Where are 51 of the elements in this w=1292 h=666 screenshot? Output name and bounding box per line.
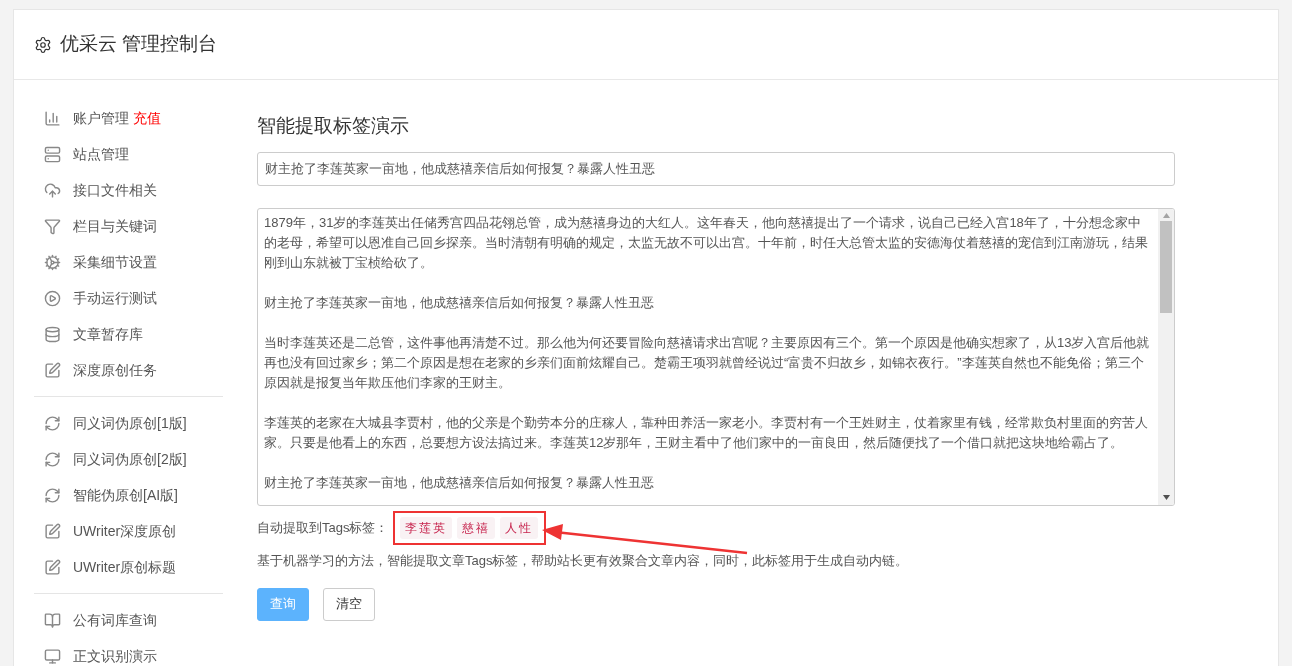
play-icon xyxy=(44,289,61,307)
tags-label: 自动提取到Tags标签： xyxy=(257,519,389,538)
book-icon xyxy=(44,611,61,629)
content-field[interactable] xyxy=(257,208,1175,506)
database-icon xyxy=(44,325,61,343)
scrollbar[interactable] xyxy=(1158,209,1174,505)
sidebar-item[interactable]: 同义词伪原创[1版] xyxy=(73,412,187,434)
sidebar-item[interactable]: 接口文件相关 xyxy=(73,179,157,201)
gears-icon xyxy=(44,253,61,271)
sidebar-item[interactable]: 文章暂存库 xyxy=(73,323,143,345)
tag: 李莲英 xyxy=(400,517,453,539)
page-heading: 智能提取标签演示 xyxy=(257,114,410,138)
content-paragraph: 1879年，31岁的李莲英出任储秀宫四品花翎总管，成为慈禧身边的大红人。这年春天，他向慈禧提出了一个请求，说自己已经入宫18年了，十分想念家中的老母，希望可以恩准自己回乡探亲。当时清朝有明确的规定，太监无故不可以出宫。十年前，时任大总管太监的安德海仗着慈禧的宠信到江南游玩，结果刚到山东就被丁宝桢给砍了。 xyxy=(264,214,1149,272)
sidebar-item[interactable]: 手动运行测试 xyxy=(73,287,157,309)
sidebar-item[interactable]: UWriter深度原创 xyxy=(73,520,177,542)
header-title: 优采云 管理控制台 xyxy=(60,32,218,57)
chart-icon xyxy=(44,109,61,127)
edit-icon xyxy=(44,361,61,379)
refresh-icon xyxy=(44,450,61,468)
tag: 人性 xyxy=(500,517,539,539)
scroll-down-icon[interactable] xyxy=(1162,495,1170,500)
tag: 慈禧 xyxy=(457,517,496,539)
sidebar-item[interactable]: UWriter原创标题 xyxy=(73,556,177,578)
edit-icon xyxy=(44,522,61,540)
clear-button[interactable]: 清空 xyxy=(323,587,375,621)
sidebar-item[interactable]: 同义词伪原创[2版] xyxy=(73,448,187,470)
recharge-link[interactable]: 充值 xyxy=(133,107,161,129)
sidebar-item[interactable]: 智能伪原创[AI版] xyxy=(73,484,178,506)
refresh-icon xyxy=(44,486,61,504)
content-paragraph: 财主抢了李莲英家一亩地，他成慈禧亲信后如何报复？暴露人性丑恶 xyxy=(264,474,655,492)
sidebar-item[interactable]: 采集细节设置 xyxy=(73,251,157,273)
edit-icon xyxy=(44,558,61,576)
title-field[interactable]: 财主抢了李莲英家一亩地，他成慈禧亲信后如何报复？暴露人性丑恶 xyxy=(257,152,1175,186)
monitor-icon xyxy=(44,647,61,665)
description-text: 基于机器学习的方法，智能提取文章Tags标签，帮助站长更有效聚合文章内容，同时，此标签用于生成自动内链。 xyxy=(257,552,910,570)
refresh-icon xyxy=(44,414,61,432)
filter-icon xyxy=(44,217,61,235)
sidebar-item[interactable]: 正文识别演示 xyxy=(73,645,157,666)
settings-icon xyxy=(34,35,52,54)
content-paragraph: 财主抢了李莲英家一亩地，他成慈禧亲信后如何报复？暴露人性丑恶 xyxy=(264,294,655,312)
scroll-up-icon[interactable] xyxy=(1162,213,1170,218)
cloud-upload-icon xyxy=(44,181,61,199)
sidebar-item[interactable]: 深度原创任务 xyxy=(73,359,157,381)
scroll-thumb[interactable] xyxy=(1160,221,1172,313)
content-paragraph: 李莲英的老家在大城县李贾村，他的父亲是个勤劳本分的庄稼人，靠种田养活一家老小。李贾村有一个王姓财主，仗着家里有钱，经常欺负村里面的穷苦人家。只要是他看上的东西，总要想方设法搞过来。李莲英12岁那年，王财主看中了他们家中的一亩良田，然后随便找了一个借口就把这块地给霸占了。 xyxy=(264,414,1149,452)
sidebar-item[interactable]: 站点管理 xyxy=(73,143,129,165)
server-icon xyxy=(44,145,61,163)
sidebar-item[interactable]: 账户管理 xyxy=(73,107,129,129)
content-paragraph: 当时李莲英还是二总管，这件事他再清楚不过。那么他为何还要冒险向慈禧请求出宫呢？主要原因有三个。第一个原因是他确实想家了，从13岁入宫后他就再也没有回过家乡；第二个原因是想在老家的乡亲们面前炫耀自己。楚霸王项羽就曾经说过“富贵不归故乡，如锦衣夜行。”李莲英自然也不能免俗；第三个原因就是报复当年欺压他们李家的王财主。 xyxy=(264,334,1150,392)
sidebar-item[interactable]: 栏目与关键词 xyxy=(73,215,157,237)
sidebar-item[interactable]: 公有词库查询 xyxy=(73,609,157,631)
